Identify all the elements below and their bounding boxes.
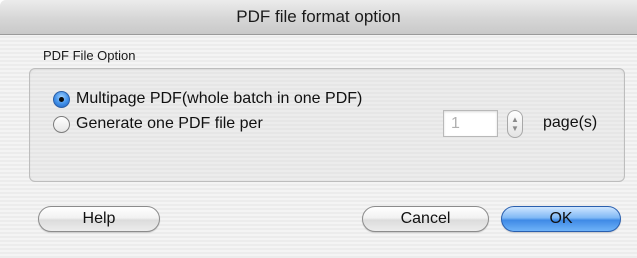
radio-per-page[interactable]: [53, 115, 70, 133]
group-label: PDF File Option: [43, 48, 136, 63]
stepper-up-icon[interactable]: ▲: [511, 115, 519, 124]
radio-per-page-label: Generate one PDF file per: [76, 115, 263, 132]
radio-per-page-row[interactable]: Generate one PDF file per: [53, 115, 263, 133]
radio-multipage-label: Multipage PDF(whole batch in one PDF): [76, 90, 363, 107]
radio-multipage[interactable]: [53, 90, 70, 108]
title-bar[interactable]: PDF file format option: [0, 0, 637, 35]
pdf-format-dialog: PDF file format option PDF File Option M…: [0, 0, 637, 258]
dialog-title: PDF file format option: [236, 7, 401, 26]
radio-multipage-row[interactable]: Multipage PDF(whole batch in one PDF): [53, 90, 362, 108]
pages-stepper[interactable]: ▲ ▼: [507, 110, 523, 138]
ok-button[interactable]: OK: [501, 206, 621, 232]
cancel-button[interactable]: Cancel: [362, 206, 489, 232]
stepper-down-icon[interactable]: ▼: [511, 124, 519, 133]
pages-suffix-label: page(s): [543, 114, 598, 131]
help-button[interactable]: Help: [38, 206, 160, 232]
pages-per-file-input[interactable]: 1: [443, 110, 498, 137]
